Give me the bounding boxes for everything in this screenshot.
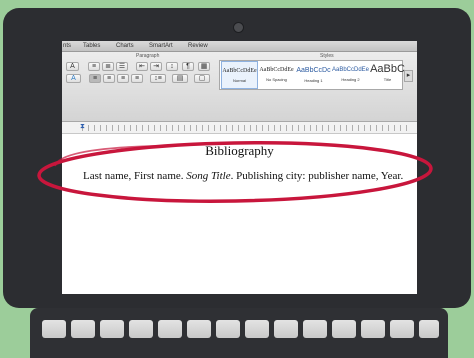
key <box>187 320 211 338</box>
styles-group-label: Styles <box>320 53 334 59</box>
styles-gallery: AaBbCcDdEe Normal AaBbCcDdEe No Spacing … <box>219 60 406 90</box>
tab-smartart[interactable]: SmartArt <box>149 42 173 51</box>
paragraph-group-label: Paragraph <box>136 53 160 59</box>
webcam-icon <box>233 22 244 33</box>
tab-review[interactable]: Review <box>188 42 208 51</box>
style-normal-label: Normal <box>233 78 246 83</box>
horizontal-ruler[interactable]: ⧗ <box>62 122 417 134</box>
citation-author: Last name, First name. <box>83 170 187 182</box>
key <box>71 320 95 338</box>
text-effects-button[interactable]: A <box>66 74 81 83</box>
align-right-button[interactable]: ≡ <box>117 74 129 83</box>
word-window: nts Tables Charts SmartArt Review Paragr… <box>62 41 417 294</box>
citation-line[interactable]: Last name, First name. Song Title. Publi… <box>83 170 403 182</box>
justify-button[interactable]: ≡ <box>131 74 143 83</box>
indent-marker-icon[interactable]: ⧗ <box>80 123 85 131</box>
style-title-sample: AaBbC <box>370 63 405 75</box>
shading-button[interactable]: ▤ <box>172 74 188 83</box>
tab-tables[interactable]: Tables <box>83 42 100 51</box>
laptop-bezel: nts Tables Charts SmartArt Review Paragr… <box>3 8 471 308</box>
style-title[interactable]: AaBbC Title <box>369 61 406 89</box>
border-style-button[interactable]: ▢ <box>194 74 210 83</box>
key <box>419 320 439 338</box>
key <box>100 320 124 338</box>
citation-publisher: . Publishing city: publisher name, Year. <box>230 170 404 182</box>
style-heading-2-sample: AaBbCcDdEe <box>332 67 370 73</box>
style-no-spacing-sample: AaBbCcDdEe <box>259 67 294 73</box>
bullets-button[interactable]: ≡ <box>88 62 100 71</box>
key <box>158 320 182 338</box>
styles-scroll-right-button[interactable]: ▸ <box>404 70 413 82</box>
numbering-button[interactable]: ≣ <box>102 62 114 71</box>
style-normal-sample: AaBbCcDdEe <box>222 68 257 74</box>
document-heading[interactable]: Bibliography <box>62 143 417 159</box>
key <box>274 320 298 338</box>
line-spacing-button[interactable]: ↕≡ <box>150 74 166 83</box>
ribbon: Paragraph Styles A ≡ ≣ ☰ ⇤ ⇥ ↕ ¶ ▦ A ≡ ≡… <box>62 52 417 122</box>
keyboard <box>30 308 448 358</box>
key <box>303 320 327 338</box>
citation-song-title: Song Title <box>186 170 231 182</box>
key <box>216 320 240 338</box>
tab-charts[interactable]: Charts <box>116 42 134 51</box>
font-size-button[interactable]: A <box>66 62 79 71</box>
borders-button[interactable]: ▦ <box>198 62 210 71</box>
key <box>332 320 356 338</box>
style-no-spacing[interactable]: AaBbCcDdEe No Spacing <box>258 61 295 89</box>
style-heading-1[interactable]: AaBbCcDc Heading 1 <box>295 61 332 89</box>
style-no-spacing-label: No Spacing <box>266 77 287 82</box>
ruler-ticks <box>82 125 407 131</box>
key <box>42 320 66 338</box>
key <box>361 320 385 338</box>
increase-indent-button[interactable]: ⇥ <box>150 62 162 71</box>
key <box>129 320 153 338</box>
sort-button[interactable]: ↕ <box>166 62 178 71</box>
key <box>245 320 269 338</box>
style-heading-2[interactable]: AaBbCcDdEe Heading 2 <box>332 61 369 89</box>
style-heading-1-label: Heading 1 <box>304 78 323 83</box>
tab-elements[interactable]: nts <box>63 42 71 51</box>
decrease-indent-button[interactable]: ⇤ <box>136 62 148 71</box>
style-normal[interactable]: AaBbCcDdEe Normal <box>221 61 258 89</box>
align-left-button[interactable]: ≡ <box>89 74 101 83</box>
multilevel-list-button[interactable]: ☰ <box>116 62 128 71</box>
style-heading-2-label: Heading 2 <box>341 77 360 82</box>
align-center-button[interactable]: ≡ <box>103 74 115 83</box>
style-heading-1-sample: AaBbCcDc <box>296 67 331 74</box>
ribbon-tab-bar: nts Tables Charts SmartArt Review <box>62 41 417 52</box>
key <box>390 320 414 338</box>
show-formatting-button[interactable]: ¶ <box>182 62 194 71</box>
style-title-label: Title <box>383 77 392 82</box>
